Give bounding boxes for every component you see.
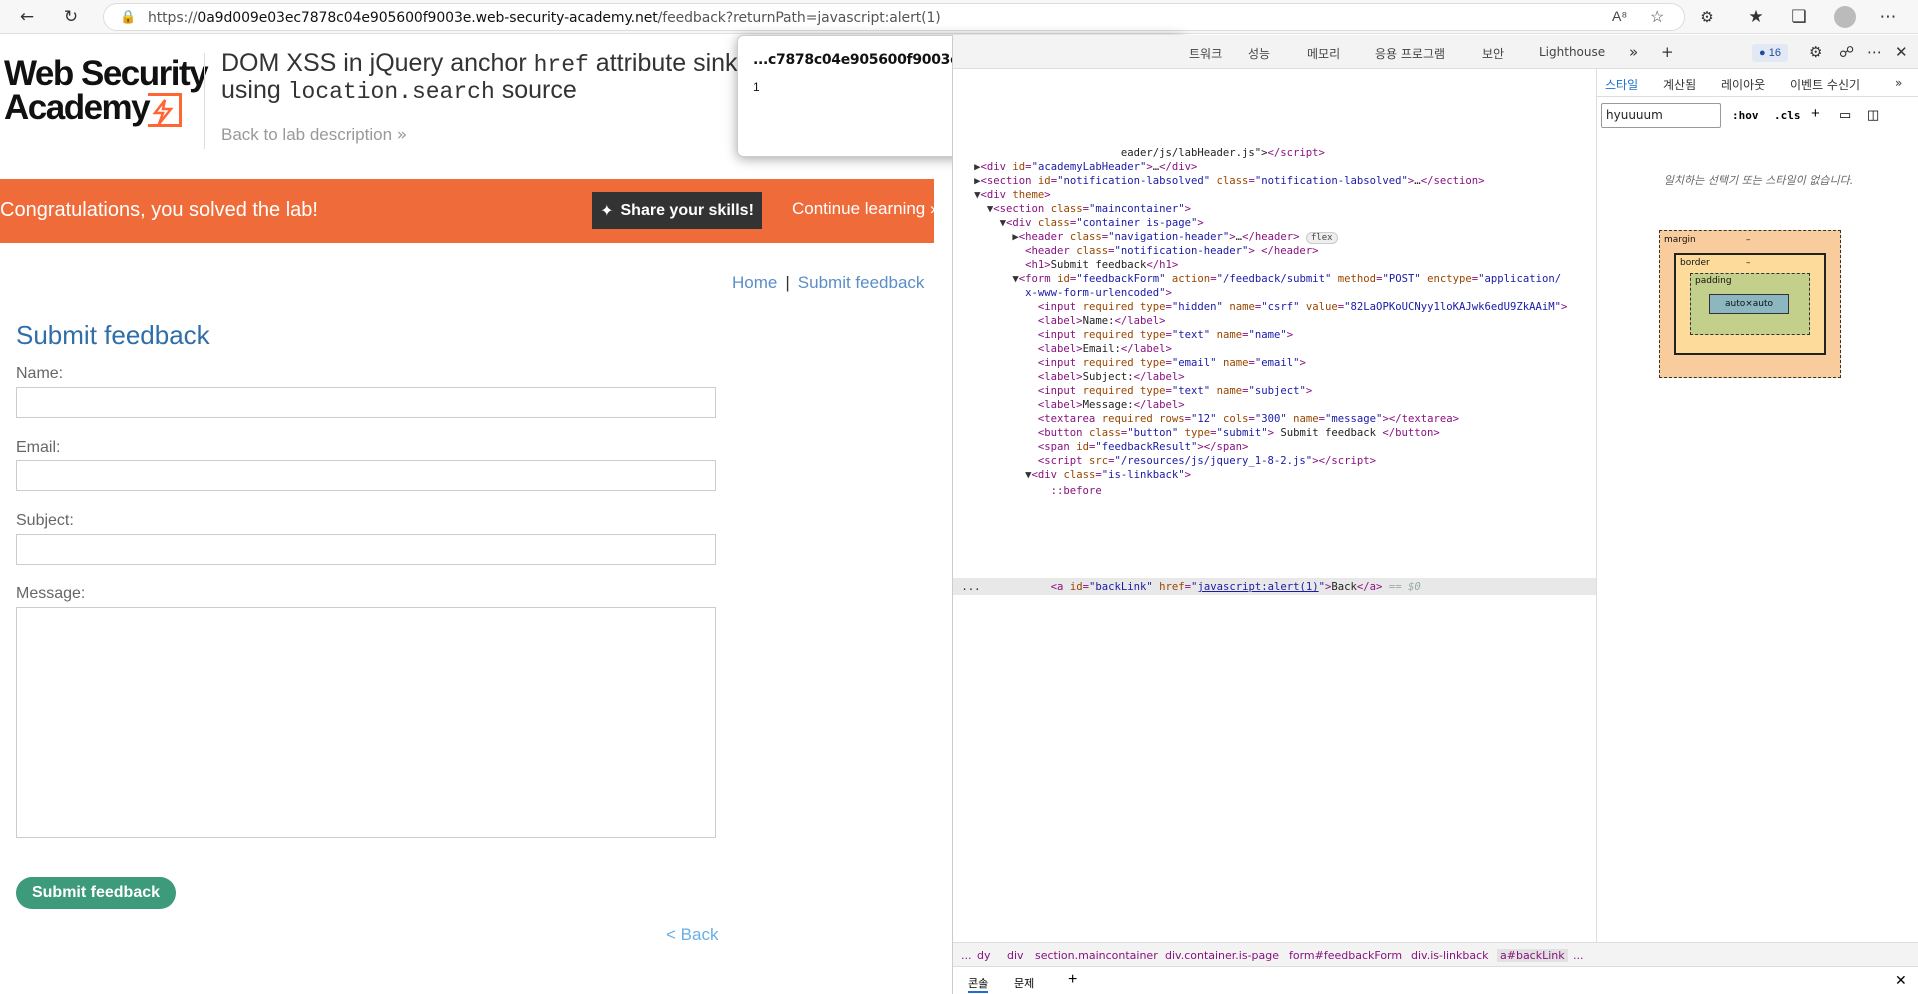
box-model-content[interactable]: auto×auto xyxy=(1709,294,1789,314)
dialog-message: 1 xyxy=(753,80,760,94)
share-skills-button[interactable]: ✦ Share your skills! xyxy=(592,192,762,229)
more-menu-icon[interactable]: ⋯ xyxy=(1876,5,1900,29)
tab-console[interactable]: 콘솔 xyxy=(968,975,989,993)
breadcrumb-item[interactable]: dy xyxy=(977,949,991,962)
profile-avatar[interactable] xyxy=(1834,6,1856,28)
close-devtools-icon[interactable]: ✕ xyxy=(1895,43,1908,61)
reload-icon[interactable]: ↻ xyxy=(59,5,83,29)
tab-layout[interactable]: 레이아웃 xyxy=(1721,76,1765,93)
header-divider xyxy=(204,53,205,149)
settings-gear-icon[interactable]: ⚙ xyxy=(1809,43,1822,61)
favorites-list-icon[interactable]: ★ xyxy=(1744,5,1768,29)
breadcrumb-item[interactable]: div.container.is-page xyxy=(1165,949,1279,962)
close-drawer-icon[interactable]: ✕ xyxy=(1895,972,1907,989)
box-model-margin[interactable]: margin – border – padding auto×auto xyxy=(1659,230,1841,378)
double-chevron-icon: » xyxy=(396,125,408,145)
hov-toggle[interactable]: :hov xyxy=(1732,109,1759,122)
chat-icon: ● xyxy=(1759,47,1766,59)
tab-computed[interactable]: 계산됨 xyxy=(1663,76,1696,93)
nav-home-link[interactable]: Home xyxy=(732,273,777,292)
submit-feedback-button[interactable]: Submit feedback xyxy=(16,877,176,909)
issues-badge[interactable]: ● 16 xyxy=(1752,44,1788,62)
selected-code-line[interactable]: ... <a id="backLink" href="javascript:al… xyxy=(955,579,1420,595)
top-nav: Home | Submit feedback xyxy=(732,273,924,293)
box-model-border[interactable]: border – padding auto×auto xyxy=(1674,253,1826,355)
name-field[interactable] xyxy=(16,387,716,418)
lab-title: DOM XSS in jQuery anchor href attribute … xyxy=(221,49,738,105)
elements-tree: eader/js/labHeader.js"></script> ▶<div i… xyxy=(953,69,1596,975)
no-match-message: 일치하는 선택기 또는 스타일이 없습니다. xyxy=(1663,174,1854,187)
box-model-padding[interactable]: padding auto×auto xyxy=(1690,273,1810,335)
subject-field[interactable] xyxy=(16,534,716,565)
code-line[interactable]: ▼<div class="is-linkback"> xyxy=(955,467,1191,483)
name-label: Name: xyxy=(16,365,64,382)
breadcrumb-item[interactable]: form#feedbackForm xyxy=(1289,949,1402,962)
collections-icon[interactable]: ❏ xyxy=(1787,5,1811,29)
read-aloud-icon[interactable]: A⁸ xyxy=(1612,8,1627,24)
tab-security[interactable]: 보안 xyxy=(1482,45,1504,62)
breadcrumb-item[interactable]: section.maincontainer xyxy=(1035,949,1158,962)
sidebar-toggle-icon[interactable]: ◫ xyxy=(1867,107,1879,123)
nav-separator: | xyxy=(785,273,790,292)
breadcrumb-item[interactable]: div xyxy=(1007,949,1024,962)
url-text: https://0a9d009e03ec7878c04e905600f9003e… xyxy=(148,10,941,26)
extensions-icon[interactable]: ⚙ xyxy=(1695,5,1719,29)
tab-application[interactable]: 응용 프로그램 xyxy=(1375,45,1445,62)
more-tabs-icon[interactable]: » xyxy=(1629,43,1638,61)
devtools-panel: 트워크 성능 메모리 응용 프로그램 보안 Lighthouse » + ● 16… xyxy=(952,35,1918,994)
customize-icon[interactable]: ☍ xyxy=(1839,43,1854,61)
breadcrumb-item[interactable]: ... xyxy=(961,949,972,962)
twitter-icon: ✦ xyxy=(600,201,614,220)
more-styles-tabs-icon[interactable]: » xyxy=(1895,76,1902,90)
continue-learning-link[interactable]: Continue learning » xyxy=(792,199,934,219)
tab-performance[interactable]: 성능 xyxy=(1248,45,1270,62)
back-to-lab-link[interactable]: Back to lab description » xyxy=(221,125,407,145)
tab-event-listeners[interactable]: 이벤트 수신기 xyxy=(1790,76,1860,93)
new-rule-icon[interactable]: + xyxy=(1811,105,1820,122)
tab-memory[interactable]: 메모리 xyxy=(1307,45,1340,62)
subject-label: Subject: xyxy=(16,512,74,529)
nav-feedback-link[interactable]: Submit feedback xyxy=(798,273,925,292)
box-model-diagram: margin – border – padding auto×auto xyxy=(1659,230,1841,378)
add-tab-icon[interactable]: + xyxy=(1661,43,1674,61)
styles-filter-input[interactable]: hyuuuum xyxy=(1601,103,1721,128)
message-textarea[interactable] xyxy=(16,607,716,838)
console-drawer: 콘솔 문제 + ✕ xyxy=(953,966,1918,994)
devtools-tabs: 트워크 성능 메모리 응용 프로그램 보안 Lighthouse » + ● 16… xyxy=(953,35,1918,69)
code-line[interactable]: ::before xyxy=(955,483,1102,499)
tab-issues[interactable]: 문제 xyxy=(1014,975,1034,991)
solved-banner: Congratulations, you solved the lab! ✦ S… xyxy=(0,179,934,243)
page-title: Submit feedback xyxy=(16,320,210,350)
add-drawer-tab-icon[interactable]: + xyxy=(1068,971,1077,989)
logo-bolt-icon xyxy=(148,93,182,127)
styles-tabs: 스타일 계산됨 레이아웃 이벤트 수신기 » xyxy=(1597,69,1918,97)
back-arrow-icon[interactable]: ← xyxy=(15,5,39,29)
tab-network[interactable]: 트워크 xyxy=(1189,45,1222,62)
breadcrumb-item[interactable]: ... xyxy=(1573,949,1584,962)
more-options-icon[interactable]: ⋯ xyxy=(1867,43,1882,61)
email-field[interactable] xyxy=(16,460,716,491)
breadcrumb-item[interactable]: div.is-linkback xyxy=(1411,949,1489,962)
breadcrumb-item-active[interactable]: a#backLink xyxy=(1497,949,1568,962)
browser-toolbar: ← ↻ 🔒 https://0a9d009e03ec7878c04e905600… xyxy=(0,0,1918,34)
lab-page: Web Security Academy DOM XSS in jQuery a… xyxy=(0,35,934,994)
address-bar[interactable]: 🔒 https://0a9d009e03ec7878c04e905600f900… xyxy=(103,3,1685,31)
banner-text: Congratulations, you solved the lab! xyxy=(0,199,318,221)
double-chevron-icon: » xyxy=(930,199,934,218)
favorite-icon[interactable]: ☆ xyxy=(1650,7,1664,27)
cls-toggle[interactable]: .cls xyxy=(1774,109,1801,122)
styles-pane: 스타일 계산됨 레이아웃 이벤트 수신기 » hyuuuum :hov .cls… xyxy=(1596,69,1918,975)
back-link[interactable]: < Back xyxy=(666,925,718,945)
lock-icon[interactable]: 🔒 xyxy=(120,9,136,25)
tab-lighthouse[interactable]: Lighthouse xyxy=(1539,45,1605,59)
breadcrumb: ... dy div section.maincontainer div.con… xyxy=(953,942,1918,966)
message-label: Message: xyxy=(16,585,86,602)
tab-styles[interactable]: 스타일 xyxy=(1605,76,1638,93)
email-label: Email: xyxy=(16,439,61,456)
paint-icon[interactable]: ▭ xyxy=(1839,107,1851,123)
